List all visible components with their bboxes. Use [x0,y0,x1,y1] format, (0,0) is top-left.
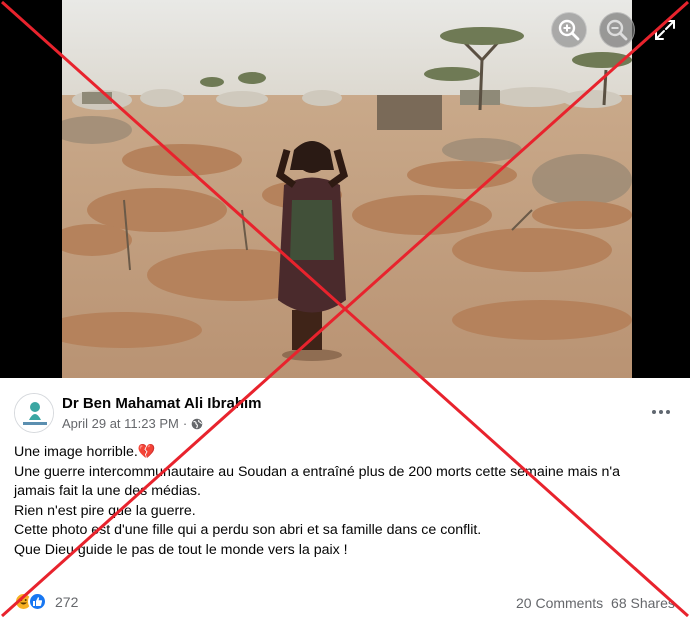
reactions-summary[interactable]: 272 [14,592,78,611]
post-line-text: Une image horrible. [14,444,138,460]
like-reaction-icon [28,592,47,611]
zoom-out-button[interactable] [599,12,635,48]
post-stats: 20 Comments 68 Shares [516,595,675,611]
comments-link[interactable]: 20 Comments [516,595,603,611]
zoom-in-icon [558,19,580,41]
reaction-count: 272 [55,593,79,610]
meta-separator: · [182,416,188,431]
post-line: jamais fait la une des médias. [14,483,201,500]
post-date[interactable]: April 29 at 11:23 PM [62,416,179,431]
post-photo[interactable] [62,0,632,378]
fullscreen-button[interactable] [652,17,678,43]
post-line: Rien n'est pire que la guerre. [14,502,196,519]
shares-link[interactable]: 68 Shares [611,595,675,611]
post-line: Cette photo est d'une fille qui a perdu … [14,522,482,539]
more-options-button[interactable] [646,400,676,424]
avatar-logo-icon [15,394,53,432]
zoom-in-button[interactable] [551,12,587,48]
author-avatar[interactable] [14,393,54,433]
zoom-out-icon [606,19,628,41]
post-line: Une guerre intercommunautaire au Soudan … [14,463,621,480]
globe-icon[interactable] [191,418,203,430]
fullscreen-icon [655,20,675,40]
dot-icon [652,410,656,414]
post-line: Une image horrible.💔 [14,443,684,463]
photo-viewer [0,0,690,378]
photo-illustration [62,0,632,378]
post-line: Que Dieu guide le pas de tout le monde v… [14,541,348,558]
dot-icon [659,410,663,414]
post-body: Une image horrible.💔 Une guerre intercom… [14,443,684,561]
broken-heart-icon: 💔 [137,444,156,460]
dot-icon [666,410,670,414]
post-meta: April 29 at 11:23 PM · [62,416,203,431]
author-name[interactable]: Dr Ben Mahamat Ali Ibrahim [62,395,261,412]
